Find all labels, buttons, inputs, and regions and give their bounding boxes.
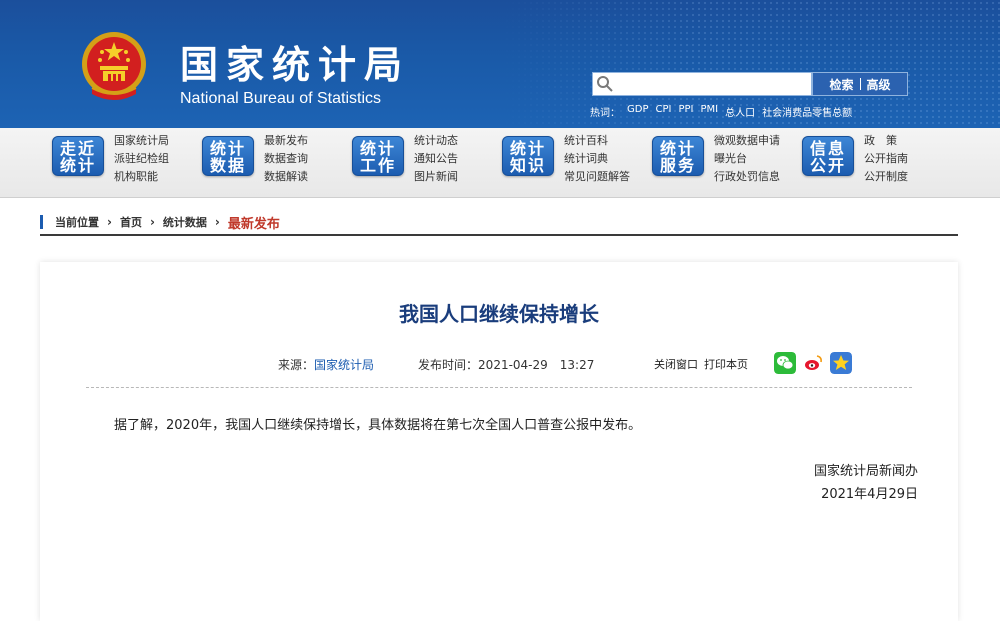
breadcrumb-marker: [40, 215, 43, 229]
hot-word-link[interactable]: 社会消费品零售总额: [762, 104, 852, 119]
nav-link[interactable]: 机构职能: [114, 170, 169, 184]
nav-badge-line: 知识: [509, 156, 546, 175]
site-title: 国家统计局: [180, 43, 411, 87]
hot-words-label: 热词：: [590, 108, 620, 119]
source-value[interactable]: 国家统计局: [314, 356, 374, 373]
hot-word-link[interactable]: CPI: [655, 104, 671, 119]
hot-words: 热词： GDP CPI PPI PMI 总人口 社会消费品零售总额: [590, 104, 852, 119]
nav-link[interactable]: 微观数据申请: [714, 134, 780, 148]
nav-badge-line: 走近: [59, 139, 96, 158]
search-button-group: 检索 高级: [812, 72, 908, 96]
article-body: 据了解，2020年，我国人口继续保持增长，具体数据将在第七次全国人口普查公报中发…: [114, 418, 642, 433]
breadcrumb-label: 当前位置: [55, 216, 99, 229]
weibo-icon[interactable]: [802, 352, 824, 374]
nav-badge[interactable]: 统计 数据: [202, 136, 254, 176]
nav-badge-line: 统计: [359, 139, 396, 158]
nav-badge-line: 工作: [359, 156, 396, 175]
signature-org: 国家统计局新闻办: [813, 464, 918, 479]
article-panel: 我国人口继续保持增长 来源： 国家统计局 发布时间： 2021-04-29 13…: [40, 262, 958, 621]
nav-link[interactable]: 统计动态: [414, 134, 458, 148]
search-input[interactable]: [592, 72, 812, 96]
nav-badge-line: 公开: [809, 156, 846, 175]
hot-word-link[interactable]: PPI: [678, 104, 693, 119]
share-buttons: [774, 352, 852, 374]
nav-badge[interactable]: 走近 统计: [52, 136, 104, 176]
nav-link[interactable]: 派驻纪检组: [114, 152, 169, 166]
breadcrumb-separator: ›: [107, 215, 112, 229]
nav-badge-line: 服务: [659, 156, 696, 175]
hot-word-link[interactable]: GDP: [627, 104, 648, 119]
nav-link[interactable]: 数据查询: [264, 152, 308, 166]
nav-badge-line: 数据: [209, 156, 246, 175]
search-button[interactable]: 检索: [829, 76, 853, 93]
article-actions: 关闭窗口 打印本页: [654, 356, 748, 372]
print-page-button[interactable]: 打印本页: [704, 356, 748, 372]
breadcrumb-item-data[interactable]: 统计数据: [163, 214, 207, 230]
nav-badge-line: 统计: [509, 139, 546, 158]
nav-link[interactable]: 公开制度: [864, 170, 908, 184]
nav-links: 统计百科 统计词典 常见问题解答: [564, 134, 630, 184]
breadcrumb-current[interactable]: 最新发布: [228, 213, 280, 232]
article-meta: 来源： 国家统计局 发布时间： 2021-04-29 13:27: [278, 356, 594, 373]
nav-badge[interactable]: 统计 知识: [502, 136, 554, 176]
signature-date: 2021年4月29日: [821, 487, 918, 502]
breadcrumb: 当前位置 › 首页 › 统计数据 › 最新发布: [40, 210, 958, 236]
nav-badge-line: 信息: [809, 139, 846, 158]
nav-link[interactable]: 统计词典: [564, 152, 630, 166]
nav-link[interactable]: 图片新闻: [414, 170, 458, 184]
nav-link[interactable]: 统计百科: [564, 134, 630, 148]
favorite-icon[interactable]: [830, 352, 852, 374]
nav-link[interactable]: 公开指南: [864, 152, 908, 166]
nav-link[interactable]: 数据解读: [264, 170, 308, 184]
nav-links: 国家统计局 派驻纪检组 机构职能: [114, 134, 169, 184]
nav-link[interactable]: 通知公告: [414, 152, 458, 166]
nav-badge-line: 统计: [659, 139, 696, 158]
nav-link[interactable]: 最新发布: [264, 134, 308, 148]
nav-link[interactable]: 常见问题解答: [564, 170, 630, 184]
nav-badge[interactable]: 统计 服务: [652, 136, 704, 176]
nav-links: 统计动态 通知公告 图片新闻: [414, 134, 458, 184]
nav-badge-line: 统计: [209, 139, 246, 158]
main-nav: 走近 统计 国家统计局 派驻纪检组 机构职能 统计 数据 最新发布 数据查询 数…: [0, 128, 1000, 198]
search-icon: [597, 76, 613, 92]
breadcrumb-item-home[interactable]: 首页: [120, 214, 142, 230]
advanced-search-button[interactable]: 高级: [867, 76, 891, 93]
nav-link[interactable]: 国家统计局: [114, 134, 169, 148]
hot-word-link[interactable]: PMI: [700, 104, 718, 119]
breadcrumb-separator: ›: [149, 215, 155, 229]
nav-links: 最新发布 数据查询 数据解读: [264, 134, 308, 184]
nav-badge-line: 统计: [59, 156, 96, 175]
wechat-icon[interactable]: [774, 352, 796, 374]
search-separator: [859, 78, 861, 90]
nav-links: 微观数据申请 曝光台 行政处罚信息: [714, 134, 780, 184]
time-value: 2021-04-29 13:27: [478, 358, 595, 372]
nav-badge[interactable]: 信息 公开: [802, 136, 854, 176]
nav-link[interactable]: 行政处罚信息: [714, 170, 780, 184]
site-header: 国家统计局 National Bureau of Statistics 检索 高…: [0, 0, 1000, 128]
close-window-button[interactable]: 关闭窗口: [654, 356, 698, 372]
article-title: 我国人口继续保持增长: [399, 302, 599, 326]
nav-link[interactable]: 曝光台: [714, 152, 780, 166]
nav-badge[interactable]: 统计 工作: [352, 136, 404, 176]
article-divider: [86, 387, 912, 388]
article-signature: 国家统计局新闻办 2021年4月29日: [814, 460, 918, 506]
breadcrumb-separator: ›: [214, 215, 220, 229]
source-label: 来源：: [278, 358, 315, 372]
time-label: 发布时间：: [418, 358, 479, 372]
hot-word-link[interactable]: 总人口: [725, 104, 755, 119]
nav-links: 政 策 公开指南 公开制度: [864, 134, 908, 184]
site-subtitle: National Bureau of Statistics: [180, 90, 381, 107]
nav-link[interactable]: 政 策: [864, 134, 908, 148]
national-emblem-icon: [82, 32, 146, 100]
